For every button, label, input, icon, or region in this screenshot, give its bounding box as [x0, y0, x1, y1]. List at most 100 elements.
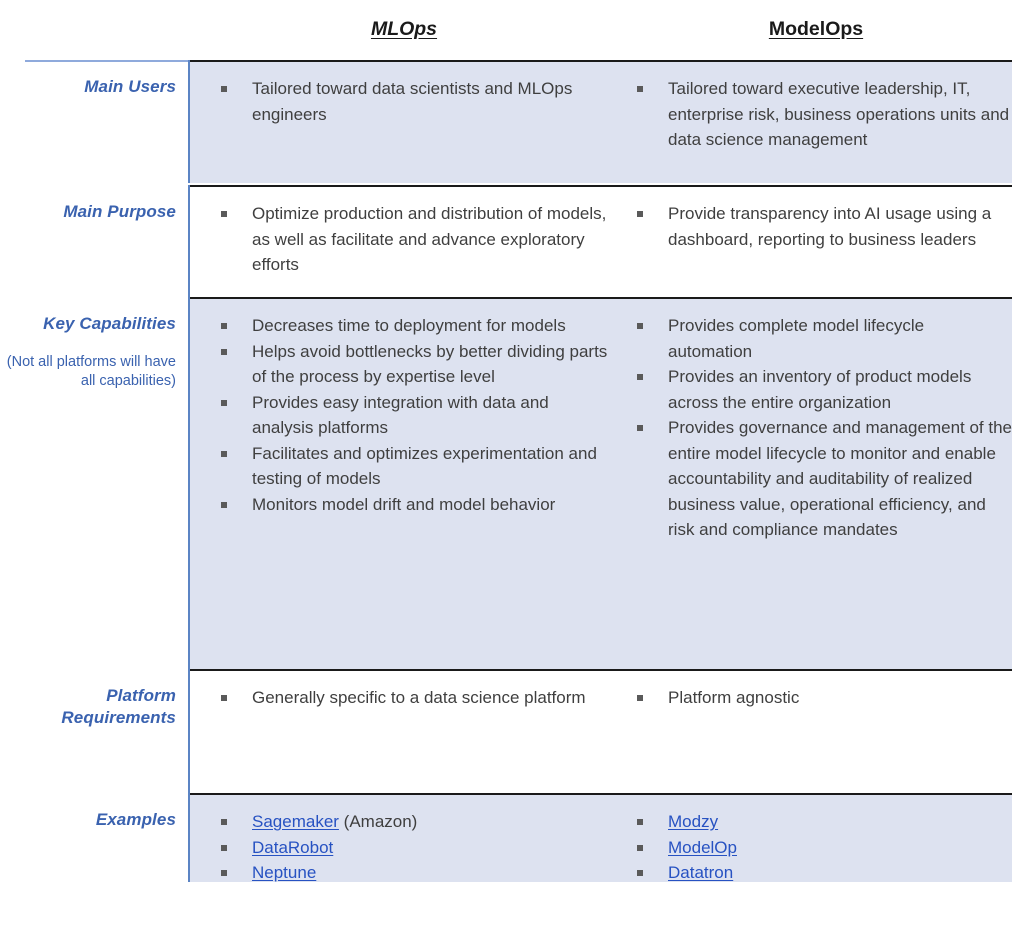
bullet-item: Tailored toward data scientists and MLOp…: [210, 76, 610, 127]
cell-modelops: Provide transparency into AI usage using…: [626, 201, 1012, 252]
bullet-item: Optimize production and distribution of …: [210, 201, 610, 278]
table-row: Key Capabilities (Not all platforms will …: [0, 297, 1024, 669]
bullet-list: Provides complete model lifecycle automa…: [626, 313, 1012, 543]
row-label-title: Main Users: [84, 77, 176, 96]
bullet-list: Optimize production and distribution of …: [210, 201, 610, 278]
bullet-text: Provides easy integration with data and …: [252, 392, 549, 438]
square-bullet-icon: [221, 870, 227, 876]
bullet-item: Helps avoid bottlenecks by better dividi…: [210, 339, 610, 390]
bullet-text: Provide transparency into AI usage using…: [668, 204, 992, 249]
example-link[interactable]: ModelOp: [668, 838, 737, 857]
column-divider: [188, 793, 190, 882]
cell-mlops: Tailored toward data scientists and MLOp…: [210, 76, 610, 127]
cell-modelops: Tailored toward executive leadership, IT…: [626, 76, 1012, 153]
bullet-item: Modzy: [626, 809, 1012, 835]
row-label: Main Purpose: [0, 201, 180, 223]
square-bullet-icon: [221, 501, 227, 508]
row-divider-dark: [188, 793, 1012, 795]
bullet-text: Provides governance and management of th…: [668, 418, 1013, 539]
row-divider-dark: [188, 669, 1012, 671]
cell-mlops: Decreases time to deployment for models H…: [210, 313, 610, 517]
row-divider-dark: [188, 60, 1012, 62]
square-bullet-icon: [637, 211, 643, 217]
bullet-list: Decreases time to deployment for models H…: [210, 313, 610, 517]
square-bullet-icon: [221, 844, 227, 851]
column-divider: [188, 185, 190, 297]
cell-modelops: Platform agnostic: [626, 685, 1012, 711]
bullet-text: Platform agnostic: [668, 688, 800, 707]
square-bullet-icon: [637, 870, 643, 876]
row-label: Key Capabilities (Not all platforms will …: [0, 313, 180, 391]
bullet-item: Platform agnostic: [626, 685, 1012, 711]
column-divider: [188, 669, 190, 793]
row-label: Examples: [0, 809, 180, 831]
example-link[interactable]: Sagemaker: [252, 812, 339, 831]
bullet-text: Monitors model drift and model behavior: [252, 494, 556, 514]
bullet-item: DataRobot: [210, 835, 610, 861]
row-label-title: Platform Requirements: [61, 686, 176, 727]
bullet-list: Tailored toward executive leadership, IT…: [626, 76, 1012, 153]
square-bullet-icon: [221, 450, 227, 457]
bullet-text: Tailored toward executive leadership, IT…: [668, 79, 1010, 149]
bullet-item: Provide transparency into AI usage using…: [626, 201, 1012, 252]
bullet-item: Tailored toward executive leadership, IT…: [626, 76, 1012, 153]
table-row: Examples Sagemaker (Amazon) DataRobot Neptu…: [0, 793, 1024, 882]
column-header-modelops: ModelOps: [768, 18, 864, 40]
bullet-text: Provides complete model lifecycle automa…: [668, 316, 925, 361]
bullet-list: Provide transparency into AI usage using…: [626, 201, 1012, 252]
square-bullet-icon: [221, 819, 227, 825]
square-bullet-icon: [221, 399, 227, 406]
bullet-item: Facilitates and optimizes experimentatio…: [210, 441, 610, 492]
square-bullet-icon: [221, 695, 227, 701]
example-link[interactable]: DataRobot: [252, 838, 333, 857]
label-column-top-rule: [25, 60, 188, 62]
square-bullet-icon: [637, 695, 643, 701]
bullet-text: Helps avoid bottlenecks by better dividi…: [252, 341, 608, 387]
bullet-item: Monitors model drift and model behavior: [210, 492, 610, 518]
column-divider: [188, 297, 190, 669]
table-row: Platform Requirements Generally specific …: [0, 669, 1024, 793]
square-bullet-icon: [221, 211, 227, 217]
bullet-item: Decreases time to deployment for models: [210, 313, 610, 339]
bullet-list: Tailored toward data scientists and MLOp…: [210, 76, 610, 127]
cell-mlops: Optimize production and distribution of …: [210, 201, 610, 278]
cell-modelops: Modzy ModelOp Datatron: [626, 809, 1012, 886]
bullet-text: Provides an inventory of product models …: [668, 367, 972, 412]
bullet-text: Facilitates and optimizes experimentatio…: [252, 443, 597, 489]
example-link[interactable]: Datatron: [668, 863, 733, 882]
bullet-item: Sagemaker (Amazon): [210, 809, 610, 835]
square-bullet-icon: [637, 323, 643, 329]
row-label: Main Users: [0, 76, 180, 98]
square-bullet-icon: [637, 425, 643, 431]
example-link[interactable]: Modzy: [668, 812, 718, 831]
column-header-mlops: MLOps: [370, 18, 438, 40]
cell-mlops: Sagemaker (Amazon) DataRobot Neptune: [210, 809, 610, 886]
bullet-text: Optimize production and distribution of …: [252, 204, 607, 274]
row-label-title: Examples: [95, 810, 176, 829]
bullet-list: Modzy ModelOp Datatron: [626, 809, 1012, 886]
bullet-item: Provides easy integration with data and …: [210, 390, 610, 441]
bullet-item: Neptune: [210, 860, 610, 886]
table-row: Main Users Tailored toward data scientist…: [0, 60, 1024, 183]
bullet-text: Generally specific to a data science pla…: [252, 688, 586, 707]
square-bullet-icon: [637, 374, 643, 380]
row-label: Platform Requirements: [0, 685, 180, 729]
cell-modelops: Provides complete model lifecycle automa…: [626, 313, 1012, 543]
row-label-note: (Not all platforms will have all capabil…: [6, 353, 176, 389]
table-row: Main Purpose Optimize production and dist…: [0, 185, 1024, 297]
bullet-item: Provides an inventory of product models …: [626, 364, 1012, 415]
square-bullet-icon: [221, 86, 227, 92]
square-bullet-icon: [221, 323, 227, 329]
example-link-suffix: (Amazon): [338, 812, 418, 831]
square-bullet-icon: [637, 86, 643, 92]
bullet-item: ModelOp: [626, 835, 1012, 861]
bullet-item: Provides governance and management of th…: [626, 415, 1012, 543]
square-bullet-icon: [221, 348, 227, 355]
bullet-list: Platform agnostic: [626, 685, 1012, 711]
column-divider: [188, 60, 190, 183]
example-link[interactable]: Neptune: [252, 863, 316, 882]
row-label-title: Main Purpose: [63, 202, 176, 221]
bullet-item: Generally specific to a data science pla…: [210, 685, 610, 711]
row-label-title: Key Capabilities: [43, 314, 176, 333]
row-divider-dark: [188, 297, 1012, 299]
